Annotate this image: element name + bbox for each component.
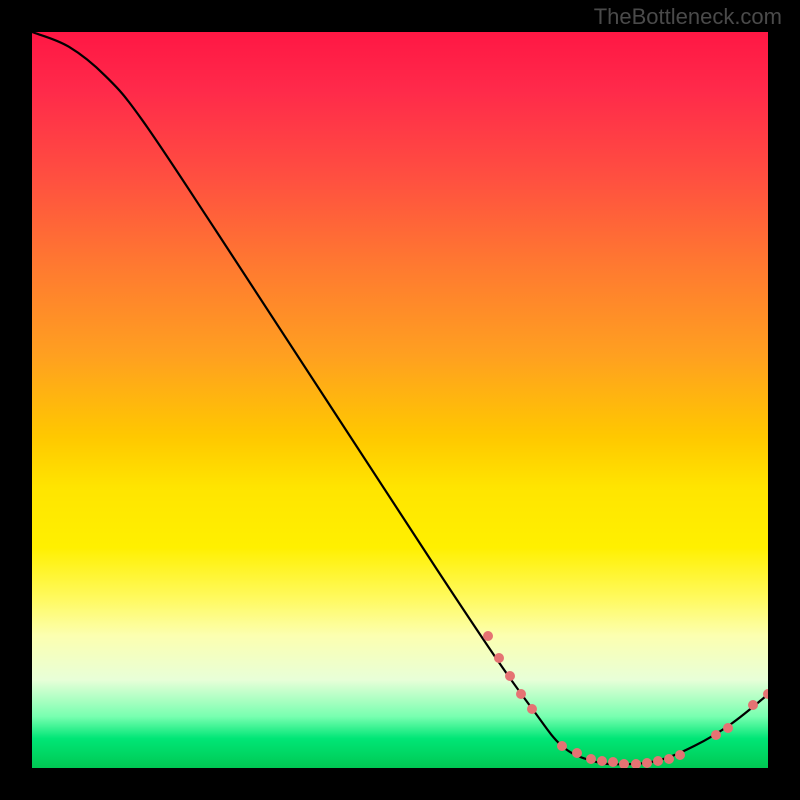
chart-curve-svg <box>32 32 768 768</box>
data-point-dot <box>516 689 526 699</box>
data-point-dot <box>653 756 663 766</box>
data-point-dot <box>642 758 652 768</box>
data-point-dot <box>631 759 641 768</box>
data-point-dot <box>505 671 515 681</box>
data-point-dot <box>763 689 768 699</box>
watermark: TheBottleneck.com <box>594 4 782 30</box>
data-point-dot <box>723 723 733 733</box>
data-point-dot <box>557 741 567 751</box>
data-point-dot <box>711 730 721 740</box>
data-point-dot <box>619 759 629 768</box>
data-point-dot <box>572 748 582 758</box>
data-point-dot <box>748 700 758 710</box>
data-point-dot <box>675 750 685 760</box>
bottleneck-curve <box>32 32 768 764</box>
data-point-dot <box>664 754 674 764</box>
data-point-dot <box>527 704 537 714</box>
data-point-dot <box>586 754 596 764</box>
data-point-dot <box>483 631 493 641</box>
chart-plot-area <box>32 32 768 768</box>
data-point-dot <box>608 757 618 767</box>
data-point-dot <box>494 653 504 663</box>
data-point-dot <box>597 756 607 766</box>
